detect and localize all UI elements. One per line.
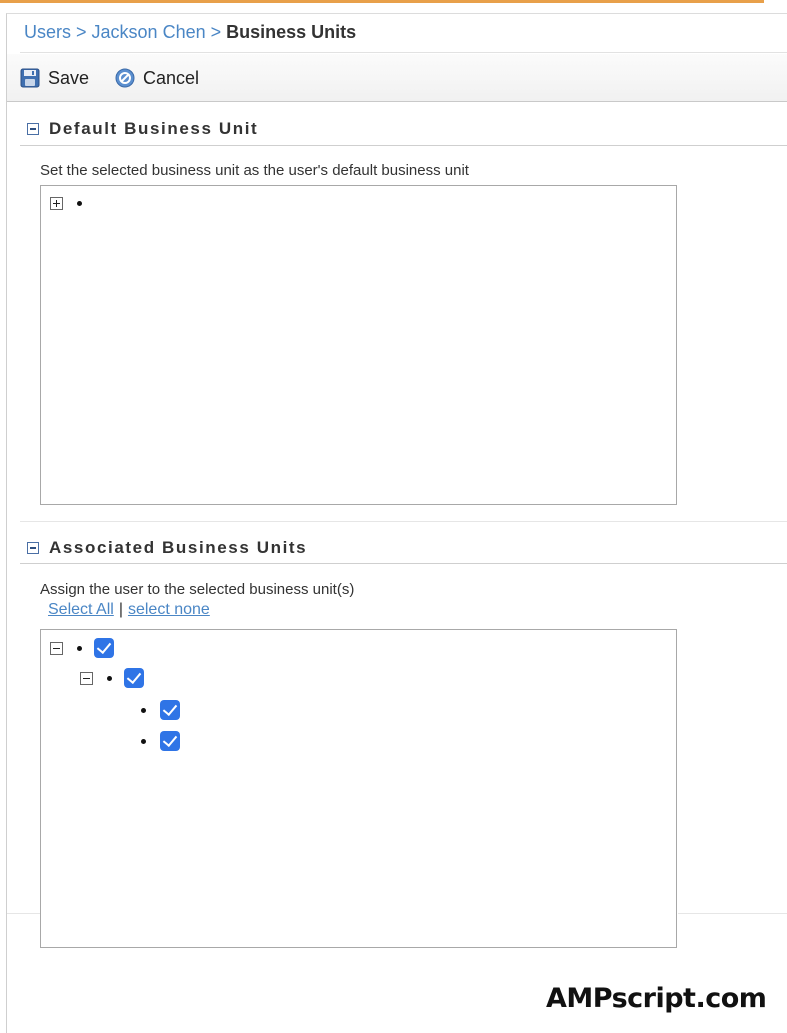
- tree-node[interactable]: [50, 192, 259, 214]
- breadcrumb-current: Business Units: [226, 22, 357, 42]
- link-divider: |: [118, 601, 123, 618]
- tree-node[interactable]: [141, 699, 268, 721]
- breadcrumb-users-link[interactable]: Users: [24, 22, 71, 42]
- save-label: Save: [48, 67, 90, 88]
- associated-section-title: Associated Business Units: [49, 538, 308, 557]
- breadcrumb-user-link[interactable]: Jackson Chen: [92, 22, 206, 42]
- select-none-link[interactable]: select none: [128, 601, 210, 618]
- checkbox-checked[interactable]: [94, 638, 114, 658]
- bullet-icon: [107, 675, 112, 681]
- selection-links: Select All | select none: [48, 601, 210, 619]
- checkbox-checked[interactable]: [160, 700, 180, 720]
- cancel-button[interactable]: Cancel: [115, 66, 199, 90]
- tree-node-label[interactable]: [152, 668, 212, 688]
- tree-node[interactable]: [80, 667, 212, 689]
- toolbar: Save Cancel: [7, 54, 787, 102]
- checkbox-checked[interactable]: [160, 731, 180, 751]
- breadcrumb-separator: >: [210, 22, 222, 42]
- top-accent-bar: [0, 0, 764, 3]
- breadcrumb-separator: >: [76, 22, 87, 42]
- tree-node-label[interactable]: [122, 638, 232, 658]
- select-all-link[interactable]: Select All: [48, 601, 114, 618]
- checkbox-checked[interactable]: [124, 668, 144, 688]
- cancel-label: Cancel: [143, 67, 200, 88]
- default-section-header[interactable]: Default Business Unit: [27, 117, 258, 141]
- section-divider: [7, 913, 40, 914]
- default-section-description: Set the selected business unit as the us…: [40, 162, 469, 179]
- business-units-panel: Users > Jackson Chen > Business Units Save: [6, 13, 787, 1033]
- save-button[interactable]: Save: [20, 66, 89, 90]
- collapse-icon[interactable]: [27, 123, 39, 135]
- tree-node[interactable]: [50, 637, 232, 659]
- breadcrumb-divider: [20, 52, 787, 53]
- bullet-icon: [77, 200, 82, 206]
- section-divider: [678, 913, 787, 914]
- expand-icon[interactable]: [50, 196, 63, 210]
- tree-node-label[interactable]: [94, 193, 259, 213]
- default-section-title: Default Business Unit: [49, 119, 259, 138]
- associated-units-tree[interactable]: [40, 629, 677, 948]
- associated-section-header[interactable]: Associated Business Units: [27, 536, 307, 560]
- section-divider: [20, 563, 787, 564]
- collapse-node-icon[interactable]: [80, 671, 93, 685]
- section-divider: [20, 521, 787, 522]
- watermark-logo: AMPscript.com: [546, 983, 767, 1014]
- bullet-icon: [77, 645, 82, 651]
- bullet-icon: [141, 738, 146, 744]
- tree-node-label[interactable]: [188, 700, 268, 720]
- cancel-circle-icon: [115, 68, 135, 88]
- bullet-icon: [141, 707, 146, 713]
- tree-node[interactable]: [141, 730, 418, 752]
- collapse-icon[interactable]: [27, 542, 39, 554]
- floppy-disk-icon: [20, 68, 40, 88]
- breadcrumb: Users > Jackson Chen > Business Units: [24, 22, 356, 43]
- section-divider: [20, 145, 787, 146]
- tree-node-label[interactable]: [188, 731, 418, 751]
- default-unit-tree[interactable]: [40, 185, 677, 505]
- associated-section-description: Assign the user to the selected business…: [40, 581, 355, 598]
- collapse-node-icon[interactable]: [50, 641, 63, 655]
